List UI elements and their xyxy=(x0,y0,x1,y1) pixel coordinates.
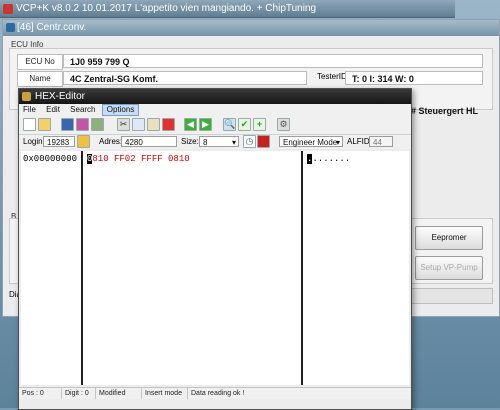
ecu-no-value: 1J0 959 799 Q xyxy=(63,54,483,68)
status-data-reading: Data reading ok ! xyxy=(187,388,244,399)
hex-editor-title: HEX-Editor xyxy=(35,91,86,102)
alfid-label: ALFID xyxy=(347,137,370,146)
hex-status-bar: Pos : 0 Digit : 0 Modified Insert mode D… xyxy=(19,387,411,399)
module-window-titlebar[interactable]: [46] Centr.conv. xyxy=(3,20,499,36)
status-pos: Pos : 0 xyxy=(22,390,44,397)
menu-edit[interactable]: Edit xyxy=(42,104,64,116)
ascii-pane[interactable]: ........ xyxy=(303,151,409,385)
hex-toolbar: ✂ ◀ ▶ 🔍 ✔ + ⚙ xyxy=(19,116,411,135)
name-label: Name xyxy=(17,71,63,87)
size-value: 8 xyxy=(203,138,208,147)
mode-select[interactable]: Engineer Mode ▾ xyxy=(279,136,343,147)
hex-menu-bar: File Edit Search Options xyxy=(19,104,411,116)
hex-data-line: 0810 FF02 FFFF 0810 xyxy=(87,154,190,164)
login-input[interactable]: 19283 xyxy=(43,136,75,147)
hex-editor-icon xyxy=(22,92,31,101)
settings-gear-icon[interactable]: ⚙ xyxy=(277,118,290,131)
open-folder-icon[interactable] xyxy=(38,118,51,131)
partial-steuergert-text: # Steuergert HL xyxy=(411,106,479,116)
save-icon[interactable] xyxy=(61,118,74,131)
add-icon[interactable]: + xyxy=(253,118,266,131)
status-insert-mode: Insert mode xyxy=(141,388,182,399)
main-window-titlebar[interactable]: VCP+K v8.0.2 10.01.2017 L'appetito vien … xyxy=(0,0,455,18)
copy-icon[interactable] xyxy=(132,118,145,131)
menu-options[interactable]: Options xyxy=(101,104,140,116)
new-file-icon[interactable] xyxy=(23,118,36,131)
status-modified: Modified xyxy=(95,388,125,399)
main-window-title: VCP+K v8.0.2 10.01.2017 L'appetito vien … xyxy=(16,3,317,14)
status-digit: Digit : 0 xyxy=(61,388,89,399)
address-line: 0x00000000 xyxy=(23,154,78,164)
tester-id-value: T: 0 I: 314 W: 0 xyxy=(345,71,483,85)
stop-icon[interactable] xyxy=(257,135,270,148)
adres-input[interactable]: 4280 xyxy=(121,136,177,147)
tester-id-label: TesterID xyxy=(317,72,347,81)
arrow-right-icon[interactable]: ▶ xyxy=(199,118,212,131)
hex-params-row: Login: 19283 Adres: 4280 Size: 8 ▾ ◷ Eng… xyxy=(19,135,411,149)
name-value: 4C Zentral-SG Komf. xyxy=(63,71,307,85)
save-as-icon[interactable] xyxy=(76,118,89,131)
clock-icon[interactable]: ◷ xyxy=(243,135,256,148)
menu-search[interactable]: Search xyxy=(66,104,99,116)
check-icon[interactable]: ✔ xyxy=(238,118,251,131)
paste-icon[interactable] xyxy=(147,118,160,131)
zoom-icon[interactable]: 🔍 xyxy=(223,118,236,131)
size-select[interactable]: 8 ▾ xyxy=(199,136,239,147)
chevron-down-icon: ▾ xyxy=(335,138,340,147)
hex-bytes: 810 FF02 FFFF 0810 xyxy=(92,154,190,164)
hex-editor-titlebar[interactable]: HEX-Editor xyxy=(19,89,411,104)
eepromer-button[interactable]: Eepromer xyxy=(415,226,483,250)
cut-icon[interactable]: ✂ xyxy=(117,118,130,131)
arrow-left-icon[interactable]: ◀ xyxy=(184,118,197,131)
hex-editor-window: HEX-Editor File Edit Search Options ✂ ◀ … xyxy=(18,88,412,410)
menu-file[interactable]: File xyxy=(19,104,40,116)
ascii-line: ........ xyxy=(307,154,350,164)
setup-vp-pump-button[interactable]: Setup VP-Pump xyxy=(415,256,483,280)
login-label: Login: xyxy=(23,137,45,146)
delete-icon[interactable] xyxy=(162,118,175,131)
app-icon xyxy=(3,4,13,14)
chevron-down-icon: ▾ xyxy=(231,138,236,147)
ecu-no-label: ECU No xyxy=(17,54,63,70)
alfid-input[interactable]: 44 xyxy=(369,136,393,147)
ascii-chars: ....... xyxy=(312,154,351,164)
module-window-title: [46] Centr.conv. xyxy=(17,22,87,33)
hex-data-pane[interactable]: 0810 FF02 FFFF 0810 xyxy=(83,151,301,385)
mode-value: Engineer Mode xyxy=(283,138,338,147)
module-icon xyxy=(6,23,15,32)
key-icon[interactable] xyxy=(77,135,90,148)
print-icon[interactable] xyxy=(91,118,104,131)
size-label: Size: xyxy=(181,137,199,146)
adres-label: Adres: xyxy=(99,137,123,146)
address-pane[interactable]: 0x00000000 xyxy=(21,151,81,385)
